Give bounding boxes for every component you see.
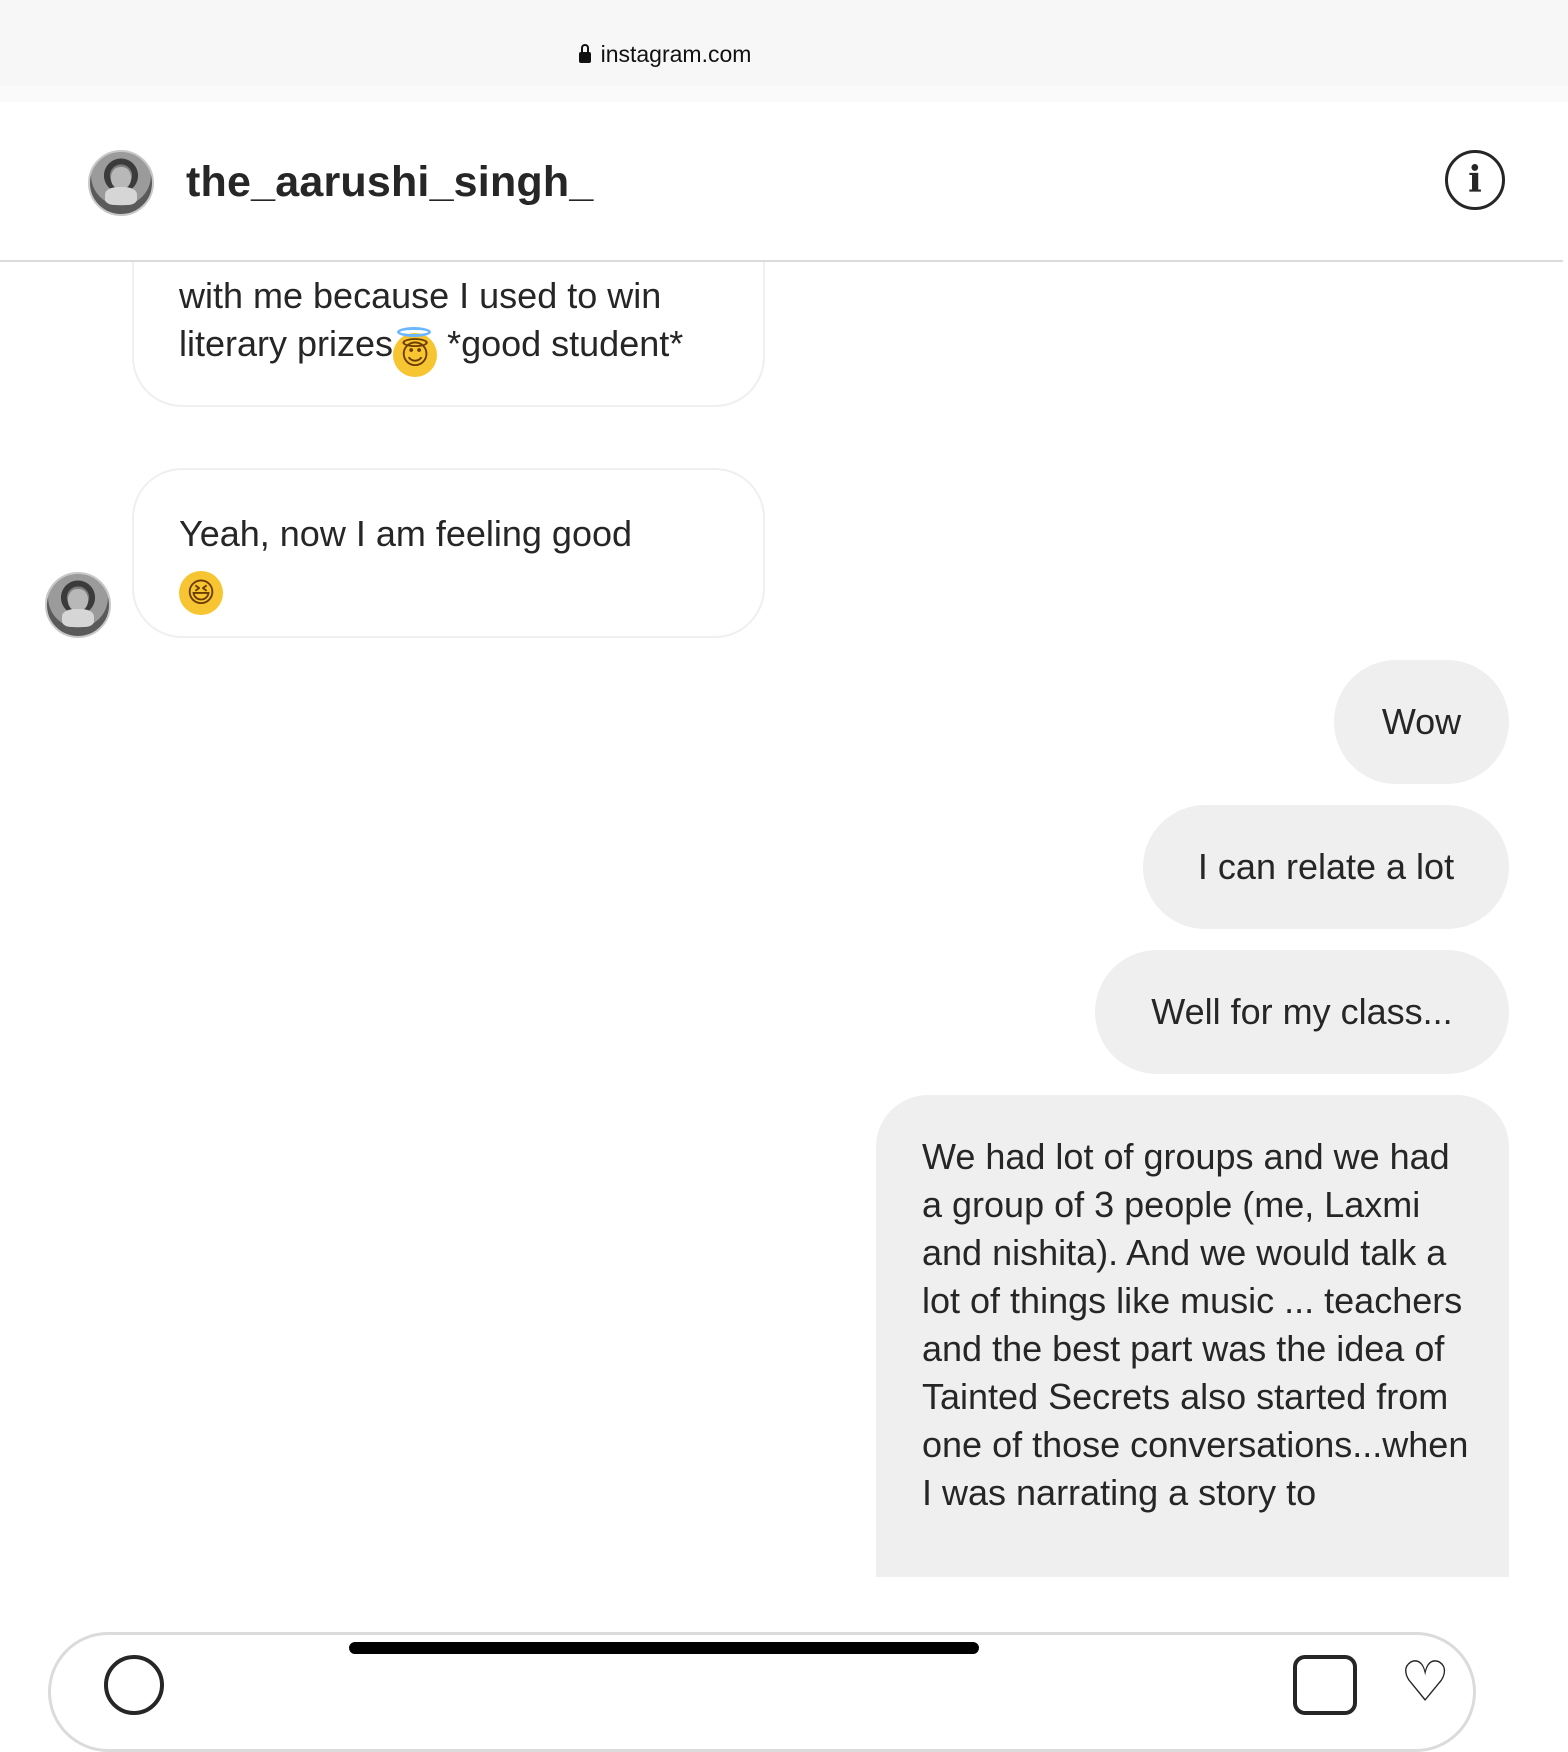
incoming-message: Yeah, now I am feeling good 😆	[132, 468, 765, 638]
chat-header: the_aarushi_singh_ i	[0, 102, 1563, 262]
info-icon[interactable]: i	[1445, 150, 1505, 210]
avatar-hand	[61, 608, 95, 628]
smiling-halo-emoji-icon: 😇	[393, 327, 438, 377]
header-spacer	[0, 86, 1568, 102]
avatar-face	[68, 588, 88, 612]
message-text: We had lot of groups and we had a group …	[922, 1136, 1469, 1513]
outgoing-message: Well for my class...	[1095, 950, 1509, 1074]
message-text: Well for my class...	[1151, 991, 1453, 1032]
chat-username[interactable]: the_aarushi_singh_	[186, 154, 593, 210]
outgoing-message: We had lot of groups and we had a group …	[876, 1095, 1509, 1577]
avatar-face	[111, 166, 131, 190]
message-text: Wow	[1381, 701, 1462, 742]
avatar[interactable]	[88, 150, 154, 216]
message-text: I can relate a lot	[1197, 846, 1455, 887]
outgoing-message: I can relate a lot	[1143, 805, 1509, 929]
outgoing-message: Wow	[1334, 660, 1509, 784]
heart-icon[interactable]: ♡	[1400, 1652, 1466, 1712]
avatar-hand	[104, 186, 138, 206]
message-thread[interactable]: with me because I used to win literary p…	[0, 262, 1568, 1577]
browser-url-bar[interactable]: instagram.com	[0, 0, 1568, 87]
message-text: Yeah, now I am feeling good	[179, 513, 633, 554]
message-text-tail: *good student*	[437, 323, 684, 364]
url-text: instagram.com	[600, 41, 752, 67]
home-indicator	[349, 1642, 979, 1654]
sender-avatar[interactable]	[45, 572, 111, 638]
grinning-squint-emoji-icon: 😆	[179, 571, 223, 615]
gallery-icon[interactable]	[1293, 1655, 1357, 1715]
incoming-message: with me because I used to win literary p…	[132, 262, 765, 407]
camera-icon[interactable]	[104, 1655, 164, 1715]
url-display[interactable]: instagram.com	[0, 38, 1330, 70]
lock-icon	[578, 44, 591, 63]
